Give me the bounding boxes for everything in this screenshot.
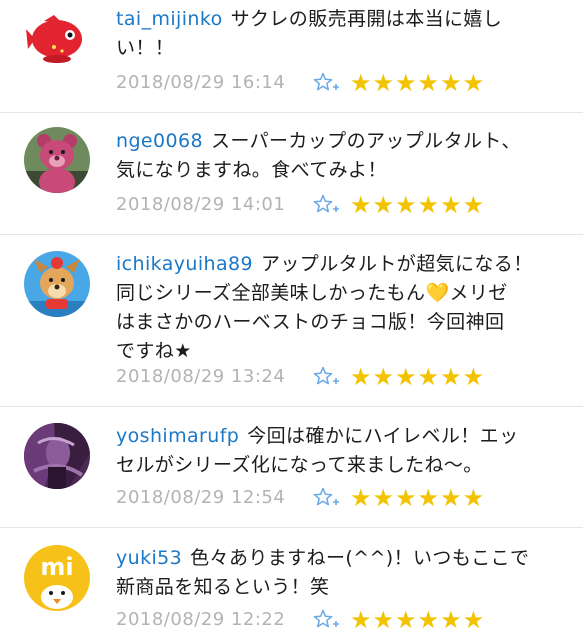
comment-body-line: 今回は確かにハイレベル！エッ — [247, 425, 519, 447]
star-plus-icon[interactable] — [313, 72, 341, 94]
filled-star-icon: ★ — [372, 69, 395, 97]
comment-timestamp: 2018/08/29 13:24 — [116, 366, 286, 387]
star-plus-icon[interactable] — [313, 609, 341, 631]
user-avatar[interactable] — [24, 127, 90, 193]
filled-star-icon: ★ — [440, 363, 462, 391]
filled-star-icon: ★ — [395, 484, 417, 512]
comment-body-line: 同じシリーズ全部美味しかったもん💛メリゼ — [116, 282, 508, 304]
rating-stars: ★★★★★★ — [350, 484, 485, 512]
filled-star-icon: ★ — [372, 606, 395, 634]
filled-star-icon: ★ — [395, 606, 417, 634]
filled-star-icon: ★ — [462, 484, 485, 512]
rating-stars: ★★★★★★ — [350, 606, 485, 634]
star-plus-icon[interactable] — [313, 194, 341, 216]
comment-body-line: 気になりますね。食べてみよ！ — [116, 159, 387, 181]
comment-text: yoshimarufp 今回は確かにハイレベル！エッ セルがシリーズ化になって来ま… — [116, 422, 564, 480]
comment-text: ichikayuiha89 アップルタルトが超気になる！ 同じシリーズ全部美味しか… — [116, 250, 564, 366]
red-fish-avatar-icon — [24, 9, 90, 75]
rating-stars: ★★★★★★ — [350, 69, 485, 97]
comment-body-line: はまさかのハーベストのチョコ版！今回神回 — [116, 311, 505, 333]
filled-star-icon: ★ — [440, 484, 462, 512]
comment-meta: 2018/08/29 14:01 ★★★★★★ — [116, 191, 576, 219]
comment-timestamp: 2018/08/29 14:01 — [116, 194, 286, 215]
rating-stars: ★★★★★★ — [350, 363, 485, 391]
filled-star-icon: ★ — [462, 69, 485, 97]
comment-body-line: ですね★ — [116, 340, 192, 362]
username-link[interactable]: yuki53 — [116, 547, 182, 569]
pink-bear-avatar-icon — [24, 127, 90, 193]
filled-star-icon: ★ — [417, 484, 440, 512]
comment-meta: 2018/08/29 12:22 ★★★★★★ — [116, 606, 576, 634]
filled-star-icon: ★ — [462, 606, 485, 634]
filled-star-icon: ★ — [417, 363, 440, 391]
filled-star-icon: ★ — [417, 606, 440, 634]
filled-star-icon: ★ — [440, 191, 462, 219]
comment-body-line: 色々ありますねー(^^)！いつもここで — [190, 547, 530, 569]
username-link[interactable]: tai_mijinko — [116, 8, 223, 30]
comment-meta: 2018/08/29 16:14 ★★★★★★ — [116, 69, 576, 97]
comment-divider — [0, 527, 583, 528]
comment-timestamp: 2018/08/29 16:14 — [116, 72, 286, 93]
comment-text: tai_mijinko サクレの販売再開は本当に嬉し い！！ — [116, 5, 564, 63]
filled-star-icon: ★ — [372, 363, 395, 391]
comment-body-line: スーパーカップのアップルタルト、 — [210, 130, 521, 152]
star-plus-icon[interactable] — [313, 487, 341, 509]
username-link[interactable]: ichikayuiha89 — [116, 253, 253, 275]
comment-divider — [0, 112, 583, 113]
filled-star-icon: ★ — [350, 363, 372, 391]
comment-feed: tai_mijinko サクレの販売再開は本当に嬉し い！！ 2018/08/29… — [0, 0, 583, 640]
filled-star-icon: ★ — [350, 191, 372, 219]
filled-star-icon: ★ — [417, 69, 440, 97]
comment-timestamp: 2018/08/29 12:22 — [116, 609, 286, 630]
star-plus-icon[interactable] — [313, 366, 341, 388]
comment-divider — [0, 406, 583, 407]
user-avatar[interactable] — [24, 251, 90, 317]
comment-meta: 2018/08/29 13:24 ★★★★★★ — [116, 363, 576, 391]
filled-star-icon: ★ — [372, 191, 395, 219]
purple-photo-avatar-icon — [24, 423, 90, 489]
filled-star-icon: ★ — [350, 606, 372, 634]
comment-body-line: サクレの販売再開は本当に嬉し — [230, 8, 503, 30]
comment-body-line: い！！ — [116, 37, 175, 59]
comment-timestamp: 2018/08/29 12:54 — [116, 487, 286, 508]
filled-star-icon: ★ — [395, 191, 417, 219]
svg-text:mi: mi — [40, 553, 73, 581]
comment-text: nge0068 スーパーカップのアップルタルト、 気になりますね。食べてみよ！ — [116, 127, 564, 185]
comment-body-line: セルがシリーズ化になって来ましたね〜。 — [116, 454, 483, 476]
filled-star-icon: ★ — [395, 69, 417, 97]
user-avatar[interactable]: mi — [24, 545, 90, 611]
filled-star-icon: ★ — [350, 484, 372, 512]
filled-star-icon: ★ — [462, 363, 485, 391]
user-avatar[interactable] — [24, 423, 90, 489]
filled-star-icon: ★ — [462, 191, 485, 219]
filled-star-icon: ★ — [417, 191, 440, 219]
comment-text: yuki53 色々ありますねー(^^)！いつもここで 新商品を知るという！笑 — [116, 544, 564, 602]
dog-avatar-icon — [24, 251, 90, 317]
filled-star-icon: ★ — [395, 363, 417, 391]
comment-divider — [0, 234, 583, 235]
user-avatar[interactable] — [24, 9, 90, 75]
comment-body-line: アップルタルトが超気になる！ — [261, 253, 533, 275]
username-link[interactable]: nge0068 — [116, 130, 203, 152]
mi-duck-avatar-icon: mi — [24, 545, 90, 611]
filled-star-icon: ★ — [372, 484, 395, 512]
username-link[interactable]: yoshimarufp — [116, 425, 239, 447]
comment-body-line: 新商品を知るという！笑 — [116, 576, 330, 598]
filled-star-icon: ★ — [350, 69, 372, 97]
comment-meta: 2018/08/29 12:54 ★★★★★★ — [116, 484, 576, 512]
filled-star-icon: ★ — [440, 606, 462, 634]
rating-stars: ★★★★★★ — [350, 191, 485, 219]
filled-star-icon: ★ — [440, 69, 462, 97]
